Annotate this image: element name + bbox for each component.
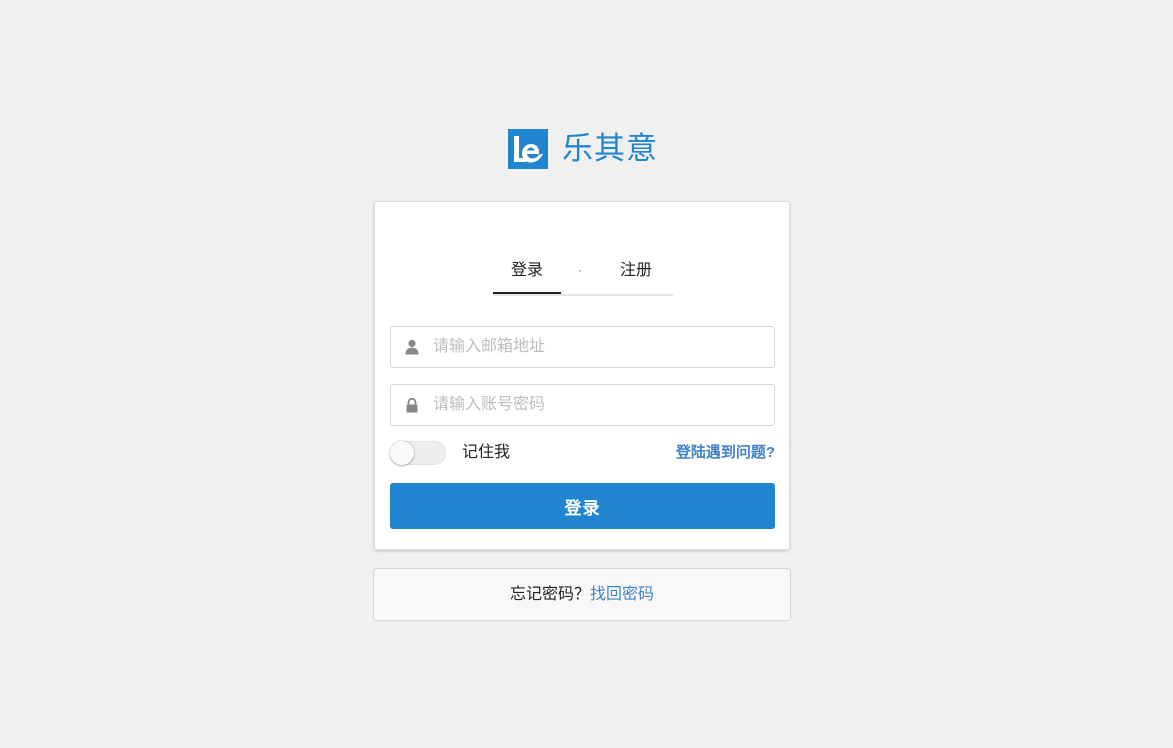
- tab-separator: ·: [578, 263, 582, 277]
- forgot-password-box: 忘记密码？找回密码: [373, 568, 791, 621]
- password-field[interactable]: [390, 384, 775, 426]
- user-icon: [391, 327, 433, 367]
- login-card: 登录 · 注册 记住我 登陆遇到问题? 登录: [374, 201, 790, 550]
- lock-icon: [391, 385, 433, 425]
- recover-password-link[interactable]: 找回密码: [590, 586, 654, 603]
- remember-label[interactable]: 记住我: [462, 440, 510, 466]
- password-input[interactable]: [433, 386, 753, 424]
- tab-register[interactable]: 注册: [603, 250, 669, 292]
- email-input[interactable]: [433, 328, 753, 366]
- le-logo-icon: [508, 129, 548, 169]
- tab-login[interactable]: 登录: [493, 250, 561, 294]
- brand-header: 乐其意: [508, 129, 658, 169]
- brand-name: 乐其意: [562, 131, 658, 167]
- login-button[interactable]: 登录: [390, 483, 775, 529]
- auth-tabs: 登录 · 注册: [493, 250, 673, 296]
- remember-row: 记住我 登陆遇到问题?: [390, 440, 775, 466]
- remember-toggle[interactable]: [390, 441, 446, 465]
- toggle-knob: [390, 441, 414, 465]
- login-trouble-link[interactable]: 登陆遇到问题?: [676, 440, 775, 466]
- forgot-password-text: 忘记密码？: [509, 586, 590, 603]
- email-field[interactable]: [390, 326, 775, 368]
